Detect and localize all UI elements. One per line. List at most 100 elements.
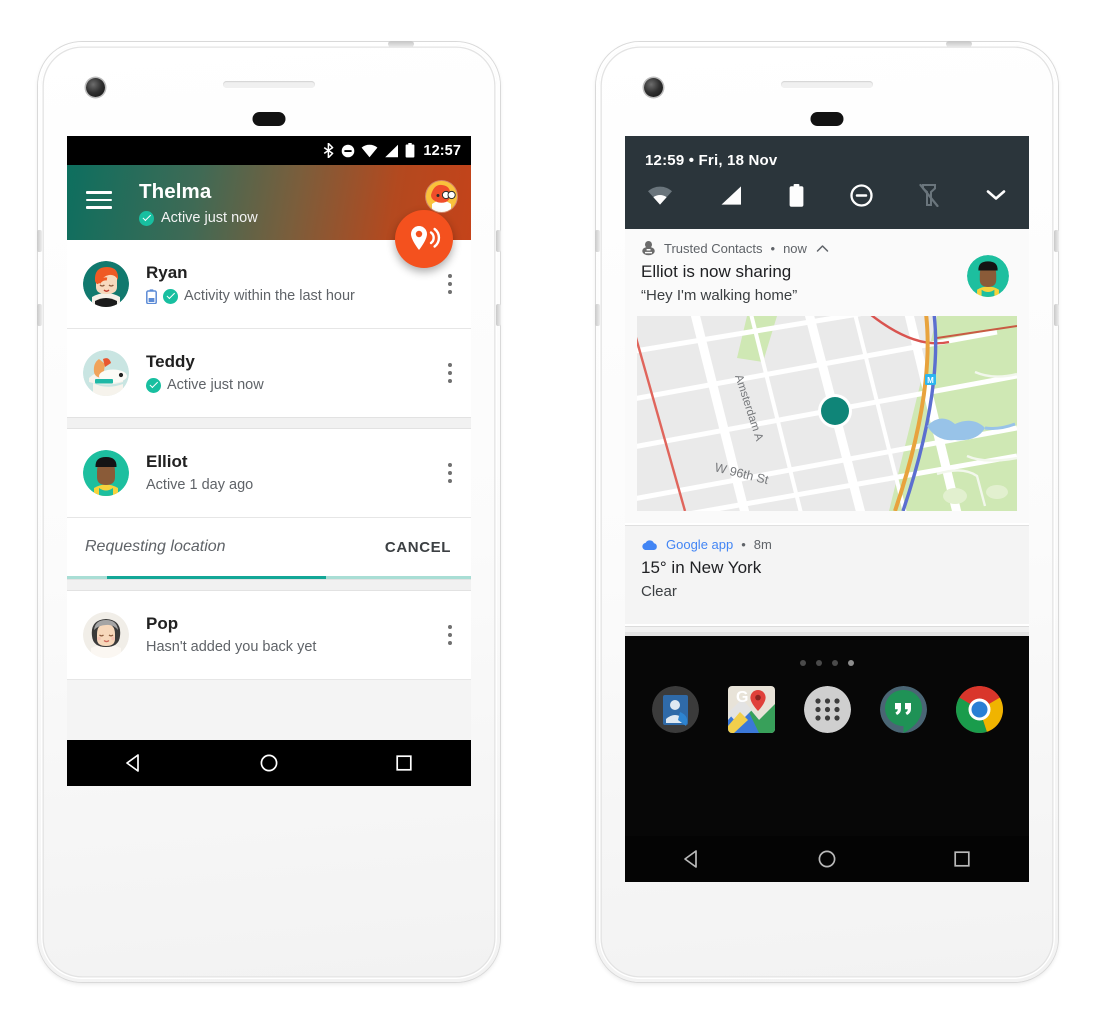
requesting-location-strip: Requesting location CANCEL	[67, 518, 471, 576]
quick-settings-tiles	[625, 179, 1029, 221]
list-item[interactable]: Teddy Active just now	[67, 329, 471, 417]
elliot-avatar	[83, 450, 129, 496]
right-phone-side-button	[595, 230, 600, 252]
contact-status: Activity within the last hour	[146, 287, 435, 306]
list-item[interactable]: Pop Hasn't added you back yet	[67, 591, 471, 679]
notification-title: 15° in New York	[641, 558, 762, 577]
elliot-avatar	[967, 255, 1009, 297]
trusted-contacts-icon	[642, 241, 655, 256]
right-phone-screen: 12:59 • Fri, 18 Nov Trusted Contacts • n…	[625, 136, 1029, 882]
contact-status-label: Activity within the last hour	[184, 288, 355, 304]
notification-body: Clear	[641, 583, 677, 600]
app-bar-status: Active just now	[139, 210, 258, 226]
home-nav-icon[interactable]	[259, 753, 279, 773]
back-nav-icon[interactable]	[682, 849, 702, 869]
expand-chevron-tile[interactable]	[985, 188, 1007, 202]
battery-tile[interactable]	[788, 183, 805, 207]
page-indicator	[625, 660, 1029, 666]
contact-name: Teddy	[146, 352, 195, 371]
navigation-bar	[67, 740, 471, 786]
notification-app-name: Trusted Contacts	[664, 240, 763, 256]
sensor-pill	[252, 112, 286, 126]
notification-bullet: •	[770, 240, 776, 256]
do-not-disturb-tile[interactable]	[850, 183, 873, 207]
notification-bullet: •	[741, 537, 746, 552]
chevron-up-icon[interactable]	[816, 244, 829, 253]
requesting-location-label: Requesting location	[85, 538, 226, 555]
progress-bar-fill	[107, 576, 326, 579]
battery-icon	[406, 143, 415, 158]
google-maps-icon[interactable]: G	[727, 686, 775, 733]
list-item[interactable]: Elliot Active 1 day ago	[67, 429, 471, 517]
left-phone-screen: 12:57 Thelma Active just now Ryan Activi…	[67, 136, 471, 786]
contact-name: Elliot	[146, 452, 188, 471]
recents-nav-icon[interactable]	[952, 849, 972, 869]
status-bar: 12:57	[67, 136, 471, 165]
cancel-button[interactable]: CANCEL	[385, 539, 451, 556]
overflow-menu-icon[interactable]	[435, 262, 465, 306]
left-phone-side-button	[37, 304, 42, 326]
cellular-tile[interactable]	[718, 185, 743, 206]
svg-text:G: G	[736, 689, 748, 706]
earpiece-speaker	[223, 81, 315, 88]
wifi-icon	[362, 144, 378, 157]
notification-trusted-contacts[interactable]: Trusted Contacts • now Elliot is now sha…	[625, 229, 1029, 523]
verified-check-icon	[139, 210, 154, 226]
wifi-tile[interactable]	[647, 185, 673, 206]
page-dot	[800, 660, 806, 666]
list-item-meta: Elliot Active 1 day ago	[146, 451, 435, 495]
quick-settings-clock: 12:59 • Fri, 18 Nov	[645, 152, 778, 169]
screenshot-stage: 12:57 Thelma Active just now Ryan Activi…	[0, 0, 1116, 1024]
hangouts-icon[interactable]	[879, 686, 927, 733]
left-phone: 12:57 Thelma Active just now Ryan Activi…	[37, 41, 501, 982]
do-not-disturb-icon	[342, 144, 355, 157]
contact-status-label: Active just now	[167, 377, 264, 393]
overflow-menu-icon[interactable]	[435, 613, 465, 657]
left-phone-top-button	[388, 41, 414, 47]
bluetooth-icon	[324, 143, 334, 158]
recents-nav-icon[interactable]	[394, 753, 414, 773]
front-camera-icon	[86, 78, 105, 97]
notification-body: “Hey I'm walking home”	[641, 287, 798, 304]
left-phone-side-button	[37, 230, 42, 252]
list-section-gap	[67, 417, 471, 429]
navigation-bar	[625, 836, 1029, 882]
notification-header: Trusted Contacts • now	[625, 229, 1029, 258]
sensor-pill	[810, 112, 844, 126]
app-drawer-icon[interactable]	[803, 686, 851, 733]
pop-avatar	[83, 612, 129, 658]
contact-name: Pop	[146, 614, 179, 633]
verified-check-icon	[163, 289, 178, 304]
notification-app-name: Google app	[666, 537, 734, 552]
home-nav-icon[interactable]	[817, 849, 837, 869]
contact-status: Hasn't added you back yet	[146, 638, 435, 657]
phone-contacts-icon[interactable]	[651, 686, 699, 733]
flashlight-off-tile[interactable]	[918, 183, 940, 207]
chrome-icon[interactable]	[955, 686, 1003, 733]
notification-map[interactable]: M Amsterdam A W 96th St	[637, 316, 1017, 511]
hamburger-menu-icon[interactable]	[86, 191, 112, 209]
home-screen: G	[625, 636, 1029, 882]
overflow-menu-icon[interactable]	[435, 451, 465, 495]
contact-name: Ryan	[146, 263, 188, 282]
contact-list: Ryan Activity within the last hour Teddy…	[67, 240, 471, 680]
list-item-meta: Teddy Active just now	[146, 351, 435, 395]
back-nav-icon[interactable]	[124, 753, 144, 773]
right-phone-side-button	[1054, 304, 1059, 326]
overflow-menu-icon[interactable]	[435, 351, 465, 395]
left-phone-side-button	[496, 230, 501, 252]
cellular-icon	[385, 144, 399, 157]
notification-google-app[interactable]: Google app • 8m 15° in New York Clear	[625, 526, 1029, 624]
verified-check-icon	[146, 378, 161, 393]
notification-header: Google app • 8m	[625, 526, 1029, 554]
contact-status-label: Active 1 day ago	[146, 477, 254, 493]
app-bar-status-label: Active just now	[161, 210, 258, 226]
ryan-avatar	[83, 261, 129, 307]
avatar[interactable]	[426, 181, 457, 212]
right-phone-top-button	[946, 41, 972, 47]
share-location-fab[interactable]	[395, 210, 453, 268]
contact-status: Active just now	[146, 376, 435, 395]
front-camera-icon	[644, 78, 663, 97]
status-bar-clock: 12:57	[423, 142, 461, 159]
page-title: Thelma	[139, 180, 212, 203]
